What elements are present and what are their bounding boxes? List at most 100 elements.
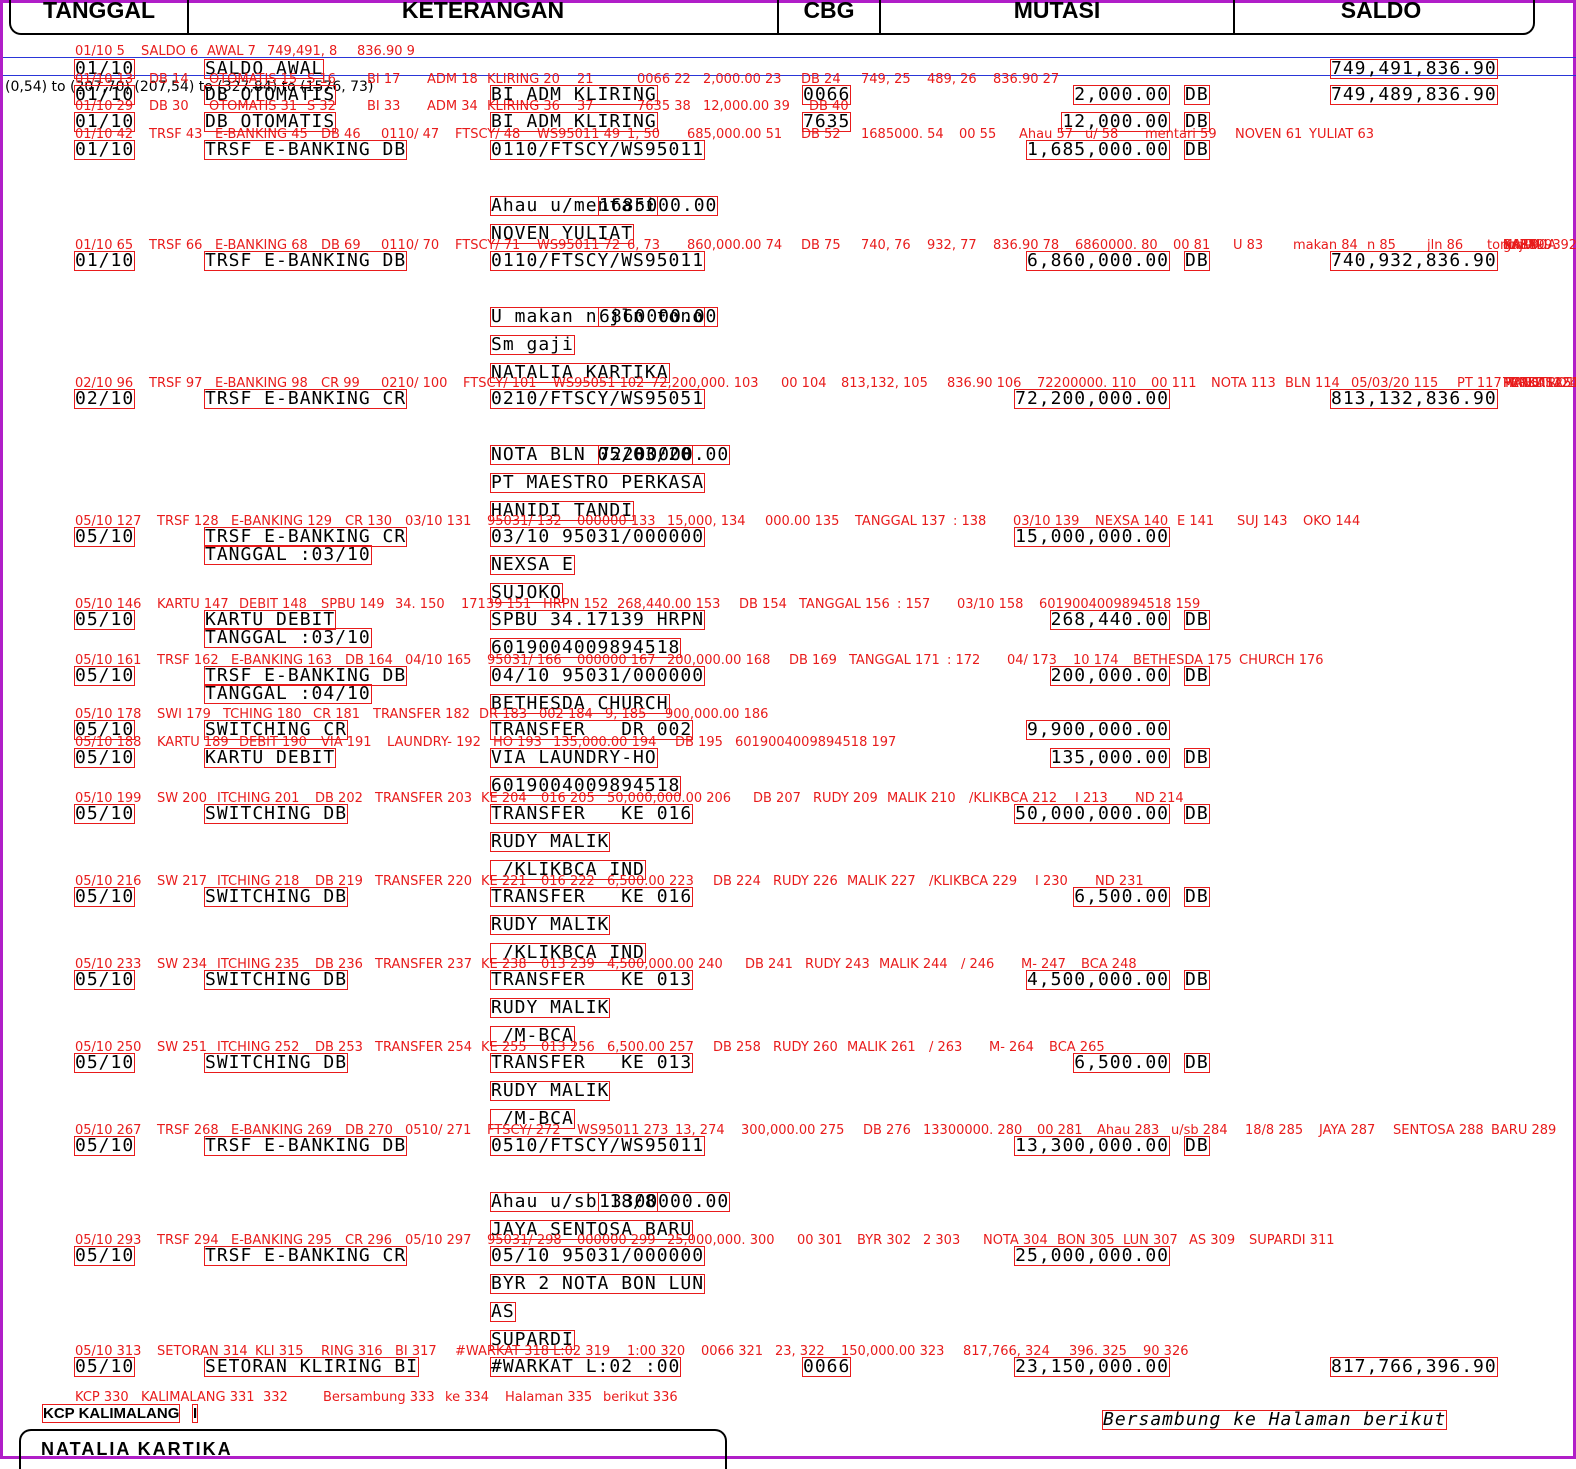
ocr-token-label: U 83 — [1233, 238, 1264, 253]
ocr-token-label: TRSF 43 — [149, 127, 203, 142]
ocr-token-label: DB 207 — [753, 791, 801, 806]
ocr-token-label: 332 — [263, 1390, 288, 1405]
ocr-token-label: ITCHING 201 — [217, 791, 300, 806]
row-debit-credit: DB — [1184, 1135, 1210, 1156]
ocr-token-label: BARU 289 — [1491, 1123, 1557, 1138]
ocr-token-label: DB 40 — [809, 99, 849, 114]
ocr-token-label: I 230 — [1035, 874, 1068, 889]
ocr-token-label: DB 195 — [675, 735, 723, 750]
ocr-token-label: ADM 34 — [427, 99, 478, 114]
ocr-token-label: KLI 315 — [255, 1344, 304, 1359]
row-balance: 740,932,836.90 — [1330, 250, 1498, 271]
row-description: SWITCHING DB — [203, 1052, 349, 1073]
ocr-token-label: 05/10 146 — [75, 597, 142, 612]
ocr-token-label: 05/10 233 — [75, 957, 142, 972]
ocr-token-label: DB 75 — [801, 238, 841, 253]
ocr-token-label: SW 200 — [157, 791, 208, 806]
row-date: 05/10 — [73, 665, 136, 686]
ocr-token-label: TRSF 268 — [157, 1123, 219, 1138]
ocr-token-label: FTSCY/ 272 — [487, 1123, 561, 1138]
ocr-token-label: 05/10 267 — [75, 1123, 142, 1138]
ocr-token-label: 268,440.00 153 — [617, 597, 721, 612]
ocr-token-label: HO 193 — [493, 735, 542, 750]
ocr-token-label: TANDI 125 — [1503, 376, 1572, 391]
ocr-token-label: E-BANKING 269 — [231, 1123, 333, 1138]
ocr-token-label: TRSF 66 — [149, 238, 203, 253]
ocr-token-label: 0110/ 70 — [381, 238, 440, 253]
row-date: 01/10 — [73, 250, 136, 271]
ocr-token-label: 23, 322 — [775, 1344, 825, 1359]
ocr-token-label: 002 184 — [539, 707, 593, 722]
ocr-token-label: KE 255 — [481, 1040, 527, 1055]
ocr-token-label: 05/10 199 — [75, 791, 142, 806]
ocr-token-label: #WARKAT 318 — [455, 1344, 550, 1359]
ocr-token-label: KLIRING 36 — [487, 99, 560, 114]
ocr-token-label: NOVEN 61 — [1235, 127, 1303, 142]
row-debit-credit: DB — [1184, 84, 1210, 105]
continued-note: Bersambung ke Halaman berikut — [1101, 1409, 1448, 1430]
row-detail: AS — [490, 1301, 516, 1322]
row-amount: 6,860,000.00 — [1025, 250, 1171, 271]
ocr-token-label: : 138 — [953, 514, 987, 529]
ocr-token-label: / 246 — [961, 957, 995, 972]
ocr-token-label: 2,000.00 23 — [703, 72, 782, 87]
ocr-token-label: SALDO 6 — [141, 44, 199, 59]
ocr-token-label: 04/ 173 — [1007, 653, 1057, 668]
row-debit-credit: DB — [1184, 886, 1210, 907]
ocr-token-label: 05/10 127 — [75, 514, 142, 529]
column-header-tanggal: TANGGAL — [42, 0, 156, 23]
ocr-token-label: 749,491, 8 — [267, 44, 338, 59]
ocr-token-label: DB 46 — [321, 127, 361, 142]
ocr-token-label: CR 296 — [345, 1233, 393, 1248]
ocr-token-label: 13300000. 280 — [923, 1123, 1023, 1138]
ocr-token-label: E-BANKING 45 — [215, 127, 308, 142]
row-detail: 0110/FTSCY/WS95011 — [489, 139, 706, 160]
account-name: NATALIA KARTIKA — [41, 1439, 233, 1459]
ocr-token-label: 72200000. 110 — [1037, 376, 1137, 391]
ocr-token-label: 01/10 13 — [75, 72, 134, 87]
ocr-token-label: 18/8 285 — [1245, 1123, 1304, 1138]
row-balance: 817,766,396.90 — [1330, 1356, 1498, 1377]
ocr-token-label: 2 303 — [923, 1233, 961, 1248]
ocr-token-label: TANGGAL 171 — [849, 653, 940, 668]
row-description: TRSF E-BANKING DB — [203, 250, 408, 271]
ocr-token-label: 200,000.00 168 — [667, 653, 771, 668]
ocr-token-label: 4,500,000.00 240 — [607, 957, 723, 972]
header-divider — [879, 0, 881, 33]
ocr-token-label: : 157 — [897, 597, 931, 612]
ocr-token-label: DB 154 — [739, 597, 787, 612]
ocr-token-label: 00 301 — [797, 1233, 843, 1248]
ocr-token-label: E-BANKING 163 — [231, 653, 333, 668]
row-detail: TRANSFER KE 016 — [489, 803, 694, 824]
ocr-token-label: BI 17 — [367, 72, 401, 87]
ocr-token-label: 749, 25 — [861, 72, 911, 87]
ocr-token-label: TRSF 128 — [157, 514, 219, 529]
row-debit-credit: DB — [1184, 139, 1210, 160]
ocr-token-label: DB 169 — [789, 653, 837, 668]
ocr-token-label: ITCHING 235 — [217, 957, 300, 972]
ocr-token-label: KARTU 147 — [157, 597, 229, 612]
ocr-token-label: DB 52 — [801, 127, 841, 142]
ocr-token-label: 0066 321 — [701, 1344, 764, 1359]
row-amount: 50,000,000.00 — [1014, 803, 1170, 824]
ocr-token-label: 00 281 — [1037, 1123, 1083, 1138]
ocr-token-label: KA 94 — [1503, 238, 1541, 253]
row-date: 01/10 — [73, 139, 136, 160]
ocr-token-label: Bersambung 333 — [323, 1390, 435, 1405]
row-debit-credit: DB — [1184, 747, 1210, 768]
row-amount: 23,150,000.00 — [1014, 1356, 1170, 1377]
ocr-token-label: 860,000.00 74 — [687, 238, 783, 253]
row-detail: NEXSA E — [490, 554, 575, 575]
row-detail: 05/10 95031/000000 — [489, 1245, 706, 1266]
ocr-token-label: 016 205 — [541, 791, 595, 806]
row-amount: 25,000,000.00 — [1014, 1245, 1170, 1266]
ocr-token-label: 0510/ 271 — [405, 1123, 472, 1138]
ocr-token-label: 150,000.00 323 — [841, 1344, 945, 1359]
ocr-token-label: 836.90 9 — [357, 44, 415, 59]
ocr-token-label: 7635 38 — [637, 99, 691, 114]
ocr-token-label: BYR 302 — [857, 1233, 912, 1248]
row-description: TANGGAL :03/10 — [204, 627, 372, 648]
ocr-token-label: WS95011 273 — [577, 1123, 669, 1138]
ocr-token-label: 836.90 27 — [993, 72, 1060, 87]
ocr-token-label: DB 224 — [713, 874, 761, 889]
